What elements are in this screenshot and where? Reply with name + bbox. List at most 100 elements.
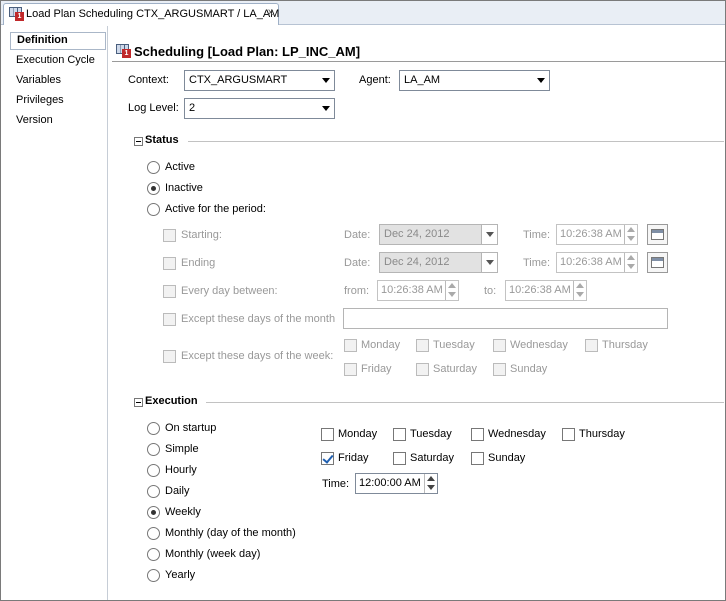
exec-weekly-label: Weekly: [165, 506, 201, 518]
spinner-down-icon[interactable]: [448, 292, 456, 297]
status-divider: [188, 141, 724, 142]
log-level-label: Log Level:: [128, 102, 179, 114]
ending-checkbox[interactable]: [163, 257, 176, 270]
exec-saturday-checkbox[interactable]: [393, 452, 406, 465]
exec-on-startup-radio[interactable]: [147, 422, 160, 435]
except-saturday-label: Saturday: [433, 363, 478, 375]
chevron-down-icon: [481, 225, 497, 244]
exec-yearly-radio[interactable]: [147, 569, 160, 582]
window-frame: [0, 0, 726, 601]
every-day-checkbox[interactable]: [163, 285, 176, 298]
agent-label: Agent:: [359, 74, 391, 86]
spinner-down-icon[interactable]: [627, 236, 635, 241]
collapse-execution-icon[interactable]: [134, 398, 143, 407]
starting-date-label: Date:: [344, 229, 371, 241]
except-month-input[interactable]: [343, 308, 668, 329]
log-level-select[interactable]: 2: [184, 98, 335, 119]
sidebar-item-privileges[interactable]: Privileges: [16, 94, 64, 106]
except-month-checkbox[interactable]: [163, 313, 176, 326]
ending-time-spinner[interactable]: 10:26:38 AM: [556, 252, 638, 273]
spinner-down-icon[interactable]: [427, 485, 435, 490]
exec-saturday-label: Saturday: [410, 452, 455, 464]
collapse-status-icon[interactable]: [134, 137, 143, 146]
spinner-up-icon[interactable]: [448, 283, 456, 288]
sidebar-item-version[interactable]: Version: [16, 114, 53, 126]
to-time-value: 10:26:38 AM: [509, 284, 571, 296]
exec-daily-radio[interactable]: [147, 485, 160, 498]
ending-time-value: 10:26:38 AM: [560, 256, 622, 268]
agent-value: LA_AM: [404, 74, 441, 86]
except-thursday-checkbox[interactable]: [585, 339, 598, 352]
ending-date-picker[interactable]: Dec 24, 2012: [379, 252, 498, 273]
spinner-up-icon[interactable]: [627, 227, 635, 232]
status-active-period-label: Active for the period:: [165, 203, 266, 215]
ending-date-label: Date:: [344, 257, 371, 269]
spinner-up-icon[interactable]: [576, 283, 584, 288]
exec-wednesday-checkbox[interactable]: [471, 428, 484, 441]
except-sunday-label: Sunday: [510, 363, 548, 375]
exec-time-value: 12:00:00 AM: [359, 477, 421, 489]
exec-yearly-label: Yearly: [165, 569, 196, 581]
exec-wednesday-label: Wednesday: [488, 428, 546, 440]
context-select[interactable]: CTX_ARGUSMART: [184, 70, 335, 91]
execution-divider: [206, 402, 724, 403]
spinner-up-icon[interactable]: [627, 255, 635, 260]
except-friday-checkbox[interactable]: [344, 363, 357, 376]
except-thursday-label: Thursday: [602, 339, 648, 351]
exec-thursday-label: Thursday: [579, 428, 625, 440]
tab-load-plan-scheduling[interactable]: 1 Load Plan Scheduling CTX_ARGUSMART / L…: [3, 3, 279, 25]
exec-monday-checkbox[interactable]: [321, 428, 334, 441]
except-wednesday-checkbox[interactable]: [493, 339, 506, 352]
heading-divider: [112, 61, 725, 62]
status-active-period-radio[interactable]: [147, 203, 160, 216]
exec-monthly-weekday-radio[interactable]: [147, 548, 160, 561]
exec-monthly-day-radio[interactable]: [147, 527, 160, 540]
ending-time-label: Time:: [523, 257, 551, 269]
exec-hourly-label: Hourly: [165, 464, 197, 476]
sidebar-item-variables[interactable]: Variables: [16, 74, 61, 86]
from-time-value: 10:26:38 AM: [381, 284, 443, 296]
exec-monthly-weekday-label: Monthly (week day): [165, 548, 261, 560]
exec-hourly-radio[interactable]: [147, 464, 160, 477]
except-tuesday-checkbox[interactable]: [416, 339, 429, 352]
sidebar-item-execution-cycle[interactable]: Execution Cycle: [16, 54, 95, 66]
except-tuesday-label: Tuesday: [433, 339, 475, 351]
agent-select[interactable]: LA_AM: [399, 70, 550, 91]
status-active-radio[interactable]: [147, 161, 160, 174]
starting-time-label: Time:: [523, 229, 551, 241]
spinner-down-icon[interactable]: [627, 264, 635, 269]
except-saturday-checkbox[interactable]: [416, 363, 429, 376]
starting-date-picker[interactable]: Dec 24, 2012: [379, 224, 498, 245]
starting-checkbox[interactable]: [163, 229, 176, 242]
spinner-down-icon[interactable]: [576, 292, 584, 297]
exec-sunday-checkbox[interactable]: [471, 452, 484, 465]
except-monday-checkbox[interactable]: [344, 339, 357, 352]
exec-simple-radio[interactable]: [147, 443, 160, 456]
starting-time-value: 10:26:38 AM: [560, 228, 622, 240]
ending-calendar-button[interactable]: [647, 252, 668, 273]
exec-friday-checkbox[interactable]: [321, 452, 334, 465]
exec-tuesday-checkbox[interactable]: [393, 428, 406, 441]
log-level-value: 2: [189, 102, 196, 114]
exec-on-startup-label: On startup: [165, 422, 217, 434]
exec-time-spinner[interactable]: 12:00:00 AM: [355, 473, 438, 494]
chevron-down-icon: [537, 78, 545, 83]
from-time-spinner[interactable]: 10:26:38 AM: [377, 280, 459, 301]
exec-thursday-checkbox[interactable]: [562, 428, 575, 441]
sidebar-item-definition[interactable]: Definition: [17, 34, 68, 46]
except-sunday-checkbox[interactable]: [493, 363, 506, 376]
from-label: from:: [344, 285, 370, 297]
exec-weekly-radio[interactable]: [147, 506, 160, 519]
starting-time-spinner[interactable]: 10:26:38 AM: [556, 224, 638, 245]
to-time-spinner[interactable]: 10:26:38 AM: [505, 280, 587, 301]
editor-tabstrip: 1 Load Plan Scheduling CTX_ARGUSMART / L…: [1, 1, 725, 25]
close-icon[interactable]: x: [268, 7, 273, 18]
spinner-up-icon[interactable]: [427, 476, 435, 481]
exec-sunday-label: Sunday: [488, 452, 526, 464]
load-plan-icon: 1: [9, 7, 25, 21]
starting-calendar-button[interactable]: [647, 224, 668, 245]
exec-tuesday-label: Tuesday: [410, 428, 452, 440]
calendar-icon: [651, 229, 664, 240]
except-week-checkbox[interactable]: [163, 350, 176, 363]
status-inactive-radio[interactable]: [147, 182, 160, 195]
